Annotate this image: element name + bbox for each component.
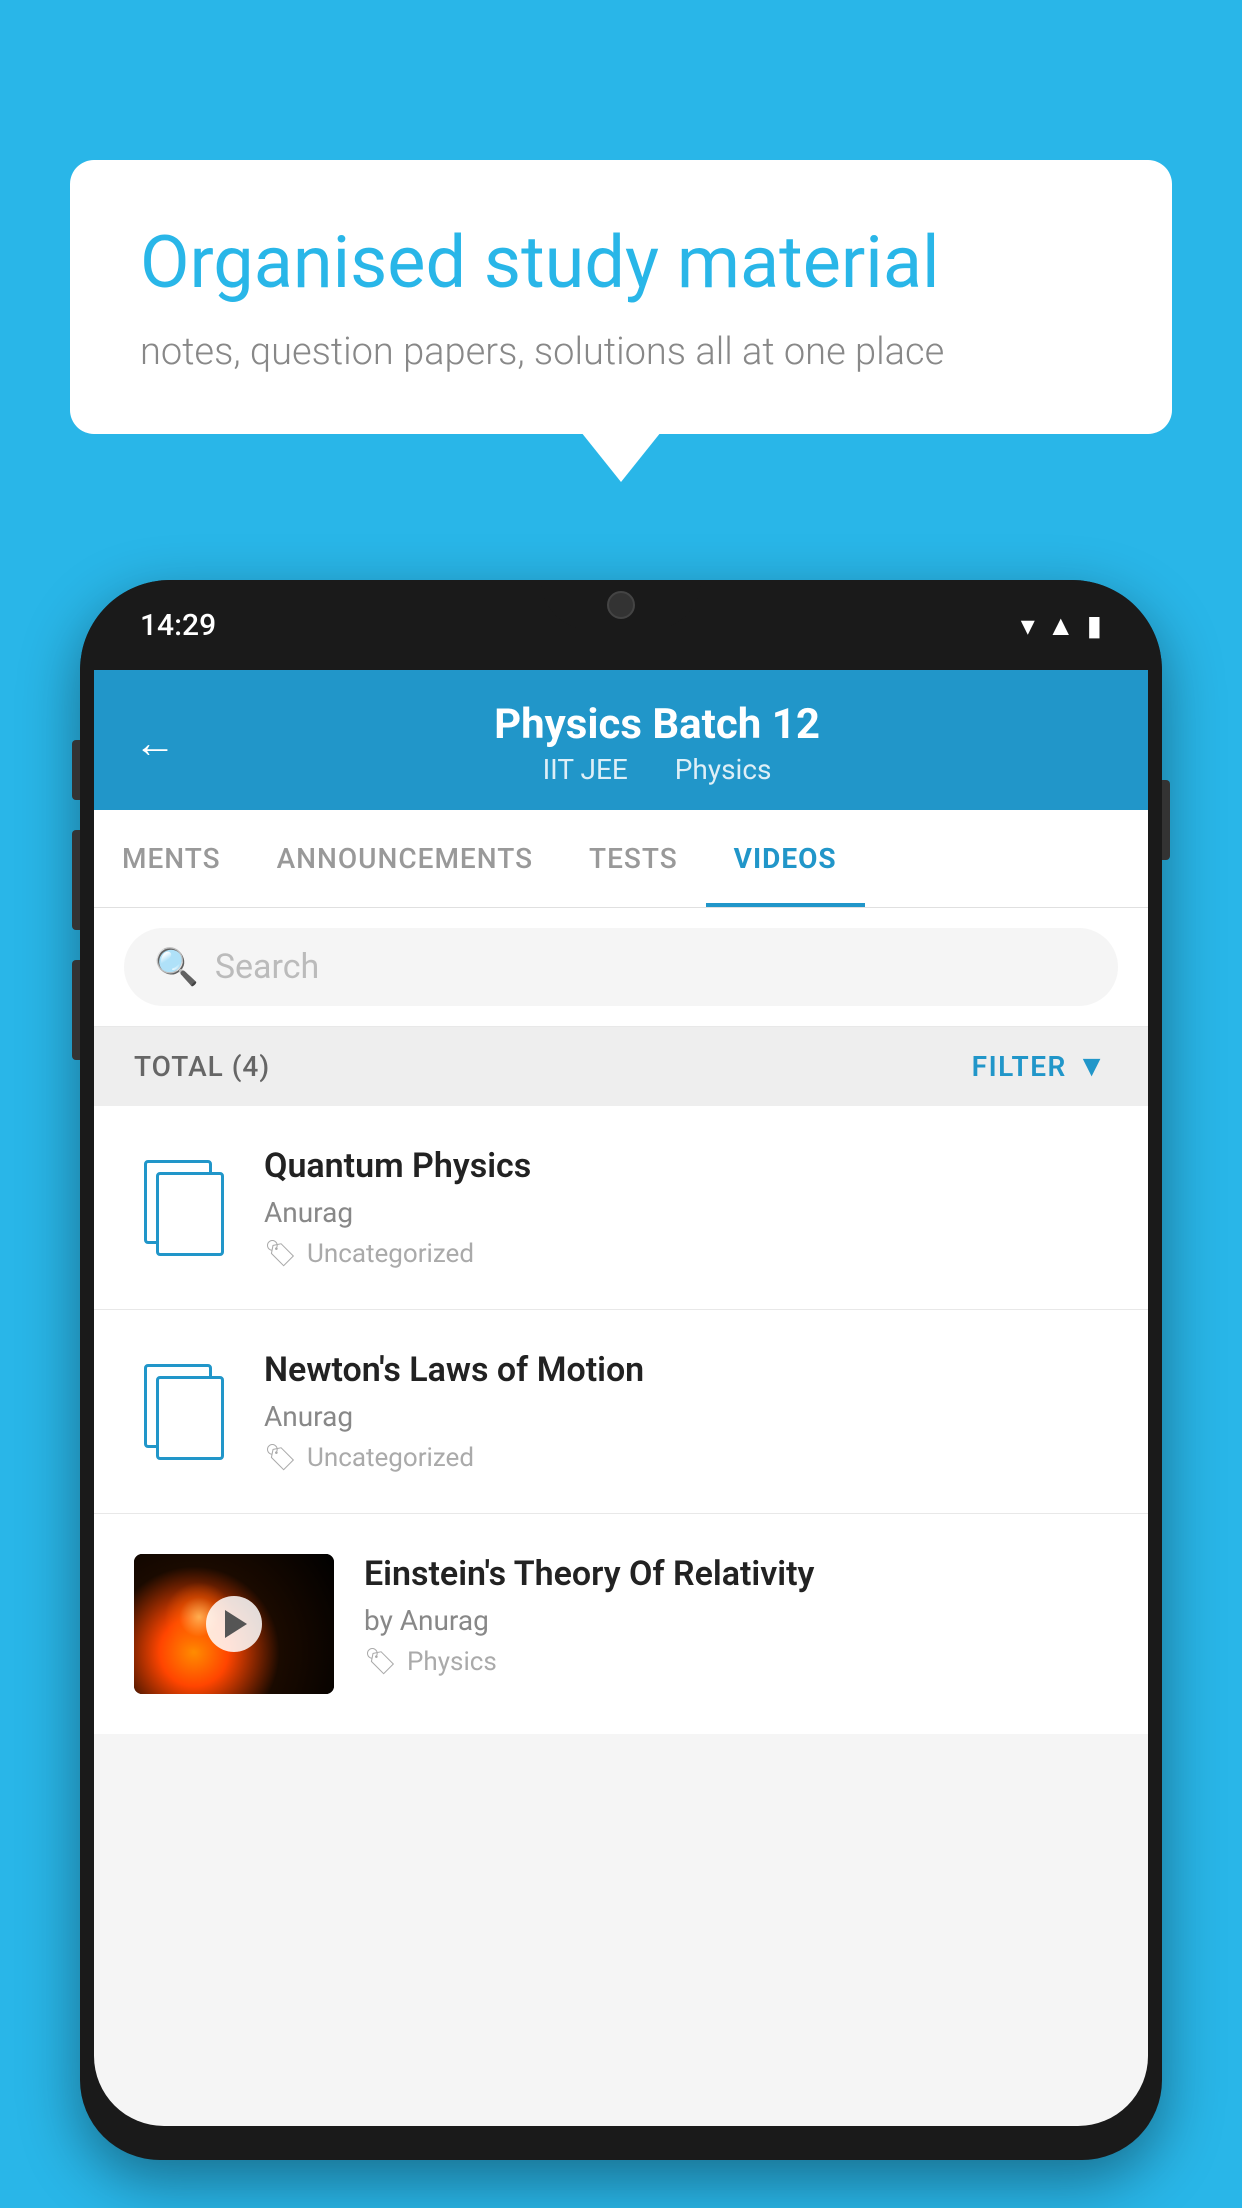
phone-status-icons: ▾ ▲ ▮: [1021, 609, 1102, 642]
header-subtitle-1: IIT JEE: [543, 753, 628, 786]
speech-bubble-container: Organised study material notes, question…: [70, 160, 1172, 434]
bubble-title: Organised study material: [140, 220, 1102, 306]
search-bar[interactable]: 🔍 Search: [124, 928, 1118, 1006]
video-title-1: Quantum Physics: [264, 1146, 1108, 1186]
speech-bubble: Organised study material notes, question…: [70, 160, 1172, 434]
video-icon-wrapper-1: [134, 1160, 234, 1256]
thumb-info: Einstein's Theory Of Relativity by Anura…: [364, 1554, 1108, 1677]
video-tag-label-2: Uncategorized: [307, 1443, 474, 1473]
video-tag-1: 🏷 Uncategorized: [264, 1239, 1108, 1269]
bubble-subtitle: notes, question papers, solutions all at…: [140, 330, 1102, 374]
tabs-bar: MENTS ANNOUNCEMENTS TESTS VIDEOS: [94, 810, 1148, 908]
play-triangle-icon: [225, 1610, 247, 1638]
video-tag-label-3: Physics: [407, 1647, 497, 1677]
search-icon: 🔍: [154, 946, 199, 988]
tab-announcements[interactable]: ANNOUNCEMENTS: [249, 810, 561, 907]
header-title-block: Physics Batch 12 IIT JEE Physics: [206, 700, 1108, 786]
filter-row: TOTAL (4) FILTER ▼: [94, 1027, 1148, 1106]
video-list: Quantum Physics Anurag 🏷 Uncategorized: [94, 1106, 1148, 1734]
side-button-left-2: [72, 830, 80, 930]
video-author-2: Anurag: [264, 1400, 1108, 1433]
header-subtitle-2: Physics: [675, 753, 772, 786]
header-subtitle: IIT JEE Physics: [206, 753, 1108, 786]
phone-screen: ← Physics Batch 12 IIT JEE Physics MENTS…: [94, 670, 1148, 2126]
tag-icon-3: 🏷: [364, 1647, 397, 1677]
back-button[interactable]: ←: [134, 719, 176, 768]
phone-time: 14:29: [140, 608, 216, 643]
phone-outer: 14:29 ▾ ▲ ▮ ← Physics Batch 12 IIT JEE: [80, 580, 1162, 2160]
total-count: TOTAL (4): [134, 1050, 270, 1083]
tab-ments[interactable]: MENTS: [94, 810, 249, 907]
side-button-right: [1162, 780, 1170, 860]
phone-top-bar: 14:29 ▾ ▲ ▮: [80, 580, 1162, 670]
doc-icon-2: [144, 1364, 224, 1460]
search-container: 🔍 Search: [94, 908, 1148, 1027]
video-title-3: Einstein's Theory Of Relativity: [364, 1554, 1108, 1594]
header-title: Physics Batch 12: [206, 700, 1108, 749]
doc-icon-1: [144, 1160, 224, 1256]
video-info-2: Newton's Laws of Motion Anurag 🏷 Uncateg…: [264, 1350, 1108, 1473]
video-title-2: Newton's Laws of Motion: [264, 1350, 1108, 1390]
filter-button[interactable]: FILTER ▼: [972, 1049, 1108, 1084]
signal-icon: ▲: [1047, 609, 1075, 642]
video-author-3: by Anurag: [364, 1604, 1108, 1637]
filter-funnel-icon: ▼: [1077, 1049, 1108, 1084]
video-item-3[interactable]: Einstein's Theory Of Relativity by Anura…: [94, 1514, 1148, 1734]
phone-camera: [607, 591, 635, 619]
phone-notch: [541, 580, 701, 630]
wifi-icon: ▾: [1021, 609, 1035, 642]
side-button-left-3: [72, 960, 80, 1060]
app-header: ← Physics Batch 12 IIT JEE Physics: [94, 670, 1148, 810]
thumbnail-wrapper: [134, 1554, 334, 1694]
side-button-left-1: [72, 740, 80, 800]
doc-page-front: [156, 1172, 224, 1256]
search-placeholder: Search: [215, 947, 319, 987]
phone-wrapper: 14:29 ▾ ▲ ▮ ← Physics Batch 12 IIT JEE: [80, 580, 1162, 2208]
video-item-2[interactable]: Newton's Laws of Motion Anurag 🏷 Uncateg…: [94, 1310, 1148, 1514]
video-tag-2: 🏷 Uncategorized: [264, 1443, 1108, 1473]
video-info-1: Quantum Physics Anurag 🏷 Uncategorized: [264, 1146, 1108, 1269]
doc-page-front-2: [156, 1376, 224, 1460]
tab-videos[interactable]: VIDEOS: [706, 810, 865, 907]
tab-tests[interactable]: TESTS: [561, 810, 706, 907]
tag-icon-2: 🏷: [264, 1443, 297, 1473]
filter-label: FILTER: [972, 1050, 1067, 1083]
video-author-1: Anurag: [264, 1196, 1108, 1229]
play-button[interactable]: [206, 1596, 262, 1652]
battery-icon: ▮: [1087, 609, 1102, 642]
video-tag-label-1: Uncategorized: [307, 1239, 474, 1269]
video-item-1[interactable]: Quantum Physics Anurag 🏷 Uncategorized: [94, 1106, 1148, 1310]
tag-icon-1: 🏷: [264, 1239, 297, 1269]
video-tag-3: 🏷 Physics: [364, 1647, 1108, 1677]
video-icon-wrapper-2: [134, 1364, 234, 1460]
